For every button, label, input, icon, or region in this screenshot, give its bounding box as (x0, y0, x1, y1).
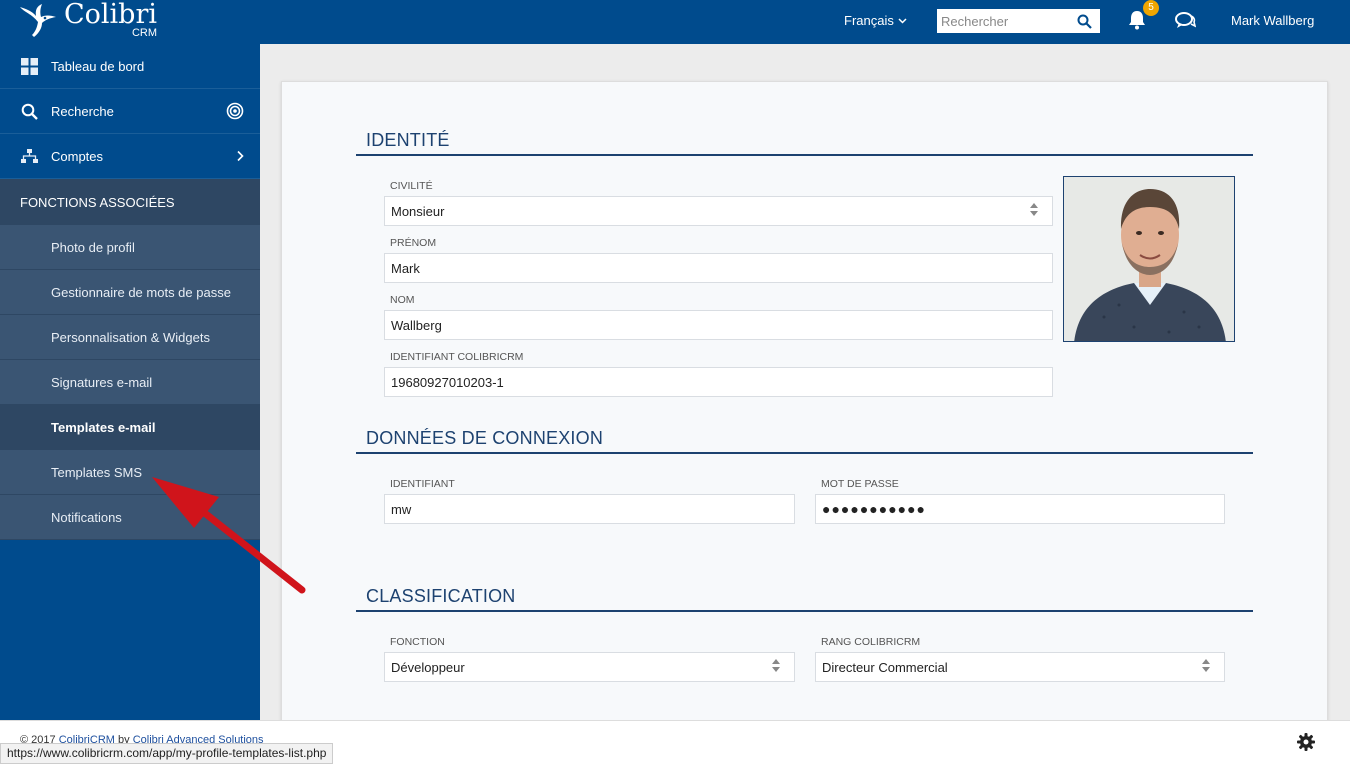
prenom-value: Mark (391, 260, 420, 276)
sidebar-item-notifications[interactable]: Notifications (0, 495, 260, 540)
login-label: IDENTIFIANT (390, 478, 455, 490)
section-divider (356, 452, 1253, 454)
user-menu[interactable]: Mark Wallberg (1231, 13, 1314, 28)
profile-photo[interactable] (1063, 176, 1235, 342)
brand-name: Colibri (64, 0, 158, 30)
sidebar: Tableau de bord Recherche Comptes FONCTI… (0, 44, 260, 720)
fonction-value: Développeur (391, 659, 465, 675)
sidebar-item-sms-templates[interactable]: Templates SMS (0, 450, 260, 495)
sidebar-item-accounts[interactable]: Comptes (0, 134, 260, 179)
password-label: MOT DE PASSE (821, 478, 899, 490)
section-title-identity: IDENTITÉ (366, 130, 450, 150)
password-value: ●●●●●●●●●●● (822, 501, 927, 517)
language-selector[interactable]: Français (844, 13, 907, 28)
chat-icon[interactable] (1174, 11, 1197, 36)
sidebar-item-email-templates[interactable]: Templates e-mail (0, 405, 260, 450)
gear-icon[interactable] (1297, 733, 1315, 756)
top-bar: Colibri CRM Français 5 Mark Wallberg (0, 0, 1350, 44)
login-value: mw (391, 501, 412, 517)
select-arrows-icon (1202, 659, 1210, 672)
language-label: Français (844, 13, 894, 28)
section-title-classification: CLASSIFICATION (366, 586, 516, 606)
password-field[interactable]: ●●●●●●●●●●● (815, 494, 1225, 524)
search-icon (20, 102, 38, 120)
section-divider (356, 610, 1253, 612)
sidebar-item-widgets[interactable]: Personnalisation & Widgets (0, 315, 260, 360)
prenom-field[interactable]: Mark (384, 253, 1053, 283)
section-title-connexion: DONNÉES DE CONNEXION (366, 428, 604, 448)
search-box (937, 9, 1100, 33)
civilite-label: CIVILITÉ (390, 180, 433, 192)
prenom-label: PRÉNOM (390, 237, 437, 249)
civilite-select[interactable]: Monsieur (384, 196, 1053, 226)
section-divider (356, 154, 1253, 156)
civilite-value: Monsieur (391, 203, 445, 219)
nom-field[interactable]: Wallberg (384, 310, 1053, 340)
target-icon[interactable] (226, 102, 244, 120)
rang-select[interactable]: Directeur Commercial (815, 652, 1225, 682)
hummingbird-icon (20, 4, 56, 37)
rang-label: RANG COLIBRICRM (821, 636, 921, 648)
org-icon (20, 147, 38, 165)
sidebar-item-label: Comptes (51, 148, 104, 164)
nom-value: Wallberg (391, 317, 442, 333)
identifiant-colibri-field[interactable]: 19680927010203-1 (384, 367, 1053, 397)
sidebar-item-label: Tableau de bord (51, 58, 145, 74)
notification-badge: 5 (1143, 0, 1159, 16)
sidebar-item-dashboard[interactable]: Tableau de bord (0, 44, 260, 89)
sidebar-item-photo[interactable]: Photo de profil (0, 225, 260, 270)
search-input[interactable] (937, 10, 1072, 32)
sidebar-item-password-manager[interactable]: Gestionnaire de mots de passe (0, 270, 260, 315)
fonction-select[interactable]: Développeur (384, 652, 795, 682)
nom-label: NOM (390, 294, 415, 306)
chevron-right-icon (237, 150, 244, 162)
sidebar-item-search[interactable]: Recherche (0, 89, 260, 134)
identifiant-colibri-value: 19680927010203-1 (391, 374, 504, 390)
sidebar-item-signatures[interactable]: Signatures e-mail (0, 360, 260, 405)
select-arrows-icon (772, 659, 780, 672)
logo[interactable]: Colibri CRM (18, 0, 157, 44)
browser-status-bar: https://www.colibricrm.com/app/my-profil… (0, 743, 334, 764)
sidebar-item-label: Recherche (51, 103, 114, 119)
grid-icon (20, 57, 38, 75)
rang-value: Directeur Commercial (822, 659, 948, 675)
select-arrows-icon (1030, 203, 1038, 216)
search-icon[interactable] (1072, 14, 1096, 29)
section-header-fonctions: FONCTIONS ASSOCIÉES (0, 179, 260, 225)
brand-sub: CRM (131, 27, 158, 39)
chevron-down-icon (898, 17, 907, 24)
login-field[interactable]: mw (384, 494, 795, 524)
identifiant-colibri-label: IDENTIFIANT COLIBRICRM (390, 351, 524, 363)
fonction-label: FONCTION (390, 636, 445, 648)
bell-icon[interactable] (1128, 10, 1146, 35)
